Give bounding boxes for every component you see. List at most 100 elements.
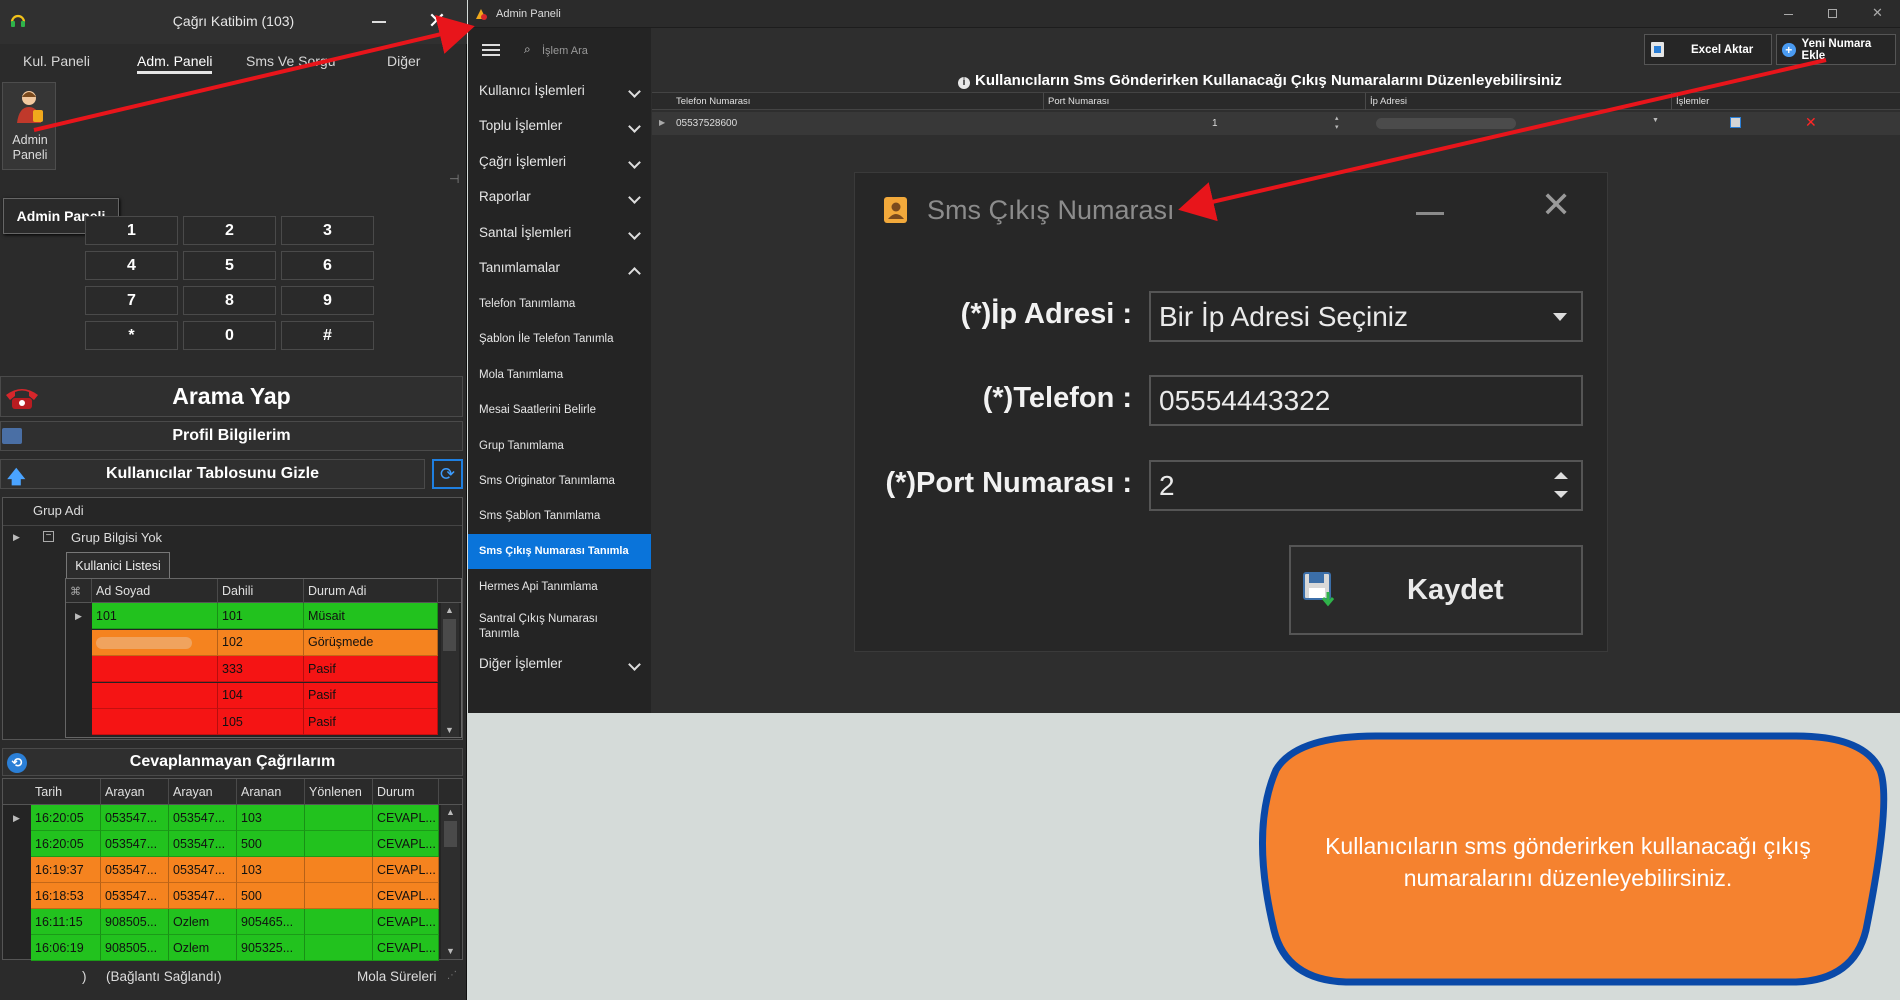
key-6[interactable]: 6 bbox=[281, 251, 374, 280]
nav-tanimlamalar[interactable]: Tanımlamalar bbox=[468, 260, 651, 284]
save-button[interactable]: Kaydet bbox=[1289, 545, 1583, 635]
excel-export-button[interactable]: Excel Aktar bbox=[1644, 34, 1772, 65]
admin-panel-launcher[interactable]: Admin Paneli bbox=[2, 82, 56, 170]
key-star[interactable]: * bbox=[85, 321, 178, 350]
missed-call-row[interactable]: 16:11:15 908505... Ozlem 905465... CEVAPL... bbox=[3, 909, 439, 935]
tab-diger[interactable]: Diğer bbox=[387, 53, 420, 69]
col-islemler[interactable]: İşlemler bbox=[1672, 93, 1900, 110]
col-port-numarasi[interactable]: Port Numarası bbox=[1044, 93, 1366, 110]
key-4[interactable]: 4 bbox=[85, 251, 178, 280]
new-number-button[interactable]: + Yeni Numara Ekle bbox=[1776, 34, 1896, 65]
key-8[interactable]: 8 bbox=[183, 286, 276, 315]
col-durum[interactable]: Durum bbox=[373, 779, 439, 805]
resize-grip-icon[interactable]: ⋰ bbox=[447, 970, 457, 981]
scroll-up-icon[interactable]: ▲ bbox=[445, 605, 454, 615]
break-times-link[interactable]: Mola Süreleri bbox=[357, 969, 437, 984]
key-0[interactable]: 0 bbox=[183, 321, 276, 350]
nav-diger-islemler[interactable]: Diğer İşlemler bbox=[468, 656, 651, 680]
key-3[interactable]: 3 bbox=[281, 216, 374, 245]
col-ip-adresi[interactable]: İp Adresi bbox=[1366, 93, 1672, 110]
nav-sms-originator[interactable]: Sms Originator Tanımlama bbox=[468, 475, 651, 487]
nav-sablon-ile-telefon[interactable]: Şablon İle Telefon Tanımla bbox=[468, 333, 651, 345]
nav-santal-islemleri[interactable]: Santal İşlemleri bbox=[468, 225, 651, 249]
col-arayan-2[interactable]: Arayan bbox=[169, 779, 237, 805]
col-aranan[interactable]: Aranan bbox=[237, 779, 305, 805]
nav-sms-cikis-numarasi-active[interactable]: Sms Çıkış Numarası Tanımla bbox=[468, 534, 651, 569]
hamburger-menu-icon[interactable] bbox=[482, 44, 500, 56]
scroll-down-icon[interactable]: ▼ bbox=[446, 946, 455, 956]
key-5[interactable]: 5 bbox=[183, 251, 276, 280]
nav-hermes-api[interactable]: Hermes Api Tanımlama bbox=[468, 581, 651, 593]
scroll-up-icon[interactable]: ▲ bbox=[446, 807, 455, 817]
key-9[interactable]: 9 bbox=[281, 286, 374, 315]
group-row-label[interactable]: Grup Bilgisi Yok bbox=[71, 530, 162, 545]
col-ad-soyad[interactable]: Ad Soyad bbox=[92, 579, 218, 603]
nav-telefon-tanimlama[interactable]: Telefon Tanımlama bbox=[468, 298, 651, 310]
tab-sms-ve-sorgu[interactable]: Sms Ve Sorgu bbox=[246, 53, 336, 69]
ip-dropdown-icon[interactable]: ▼ bbox=[1652, 117, 1659, 124]
minimize-button[interactable] bbox=[372, 21, 386, 23]
toggle-users-table-button[interactable]: 🡅 Kullanıcılar Tablosunu Gizle bbox=[0, 459, 425, 489]
col-dahili[interactable]: Dahili bbox=[218, 579, 304, 603]
nav-kullanici-islemleri[interactable]: Kullanıcı İşlemleri bbox=[468, 83, 651, 107]
users-scrollbar[interactable]: ▲ ▼ bbox=[441, 603, 459, 737]
user-row[interactable]: 104 Pasif bbox=[66, 682, 440, 709]
missed-call-row[interactable]: 16:06:19 908505... Ozlem 905325... CEVAPL... bbox=[3, 935, 439, 961]
key-1[interactable]: 1 bbox=[85, 216, 178, 245]
close-button[interactable]: ✕ bbox=[426, 8, 448, 33]
ip-address-select[interactable]: Bir İp Adresi Seçiniz bbox=[1149, 291, 1583, 342]
numbers-grid-row[interactable]: ▶ 05537528600 1 ▴ ▾ ▼ ✕ bbox=[652, 112, 1900, 135]
admin-close-button[interactable]: ✕ bbox=[1872, 5, 1883, 21]
user-row[interactable]: 102 Görüşmede bbox=[66, 629, 440, 656]
missed-call-row[interactable]: 16:19:37 053547... 053547... 103 CEVAPL... bbox=[3, 857, 439, 883]
dialog-close-button[interactable]: ✕ bbox=[1541, 187, 1571, 223]
dialog-minimize-button[interactable] bbox=[1416, 212, 1444, 215]
col-arayan[interactable]: Arayan bbox=[101, 779, 169, 805]
save-row-icon[interactable] bbox=[1730, 117, 1741, 128]
expand-row-icon[interactable]: ▶ bbox=[13, 532, 20, 543]
nav-grup-tanimlama[interactable]: Grup Tanımlama bbox=[468, 440, 651, 452]
collapse-group-icon[interactable]: − bbox=[43, 531, 54, 542]
refresh-button[interactable]: ⟳ bbox=[432, 459, 463, 489]
spin-up-icon[interactable] bbox=[1554, 472, 1568, 479]
missed-call-row[interactable]: ▶ 16:20:05 053547... 053547... 103 CEVAPL... bbox=[3, 805, 439, 831]
call-button[interactable]: Arama Yap bbox=[0, 376, 463, 417]
tab-kul-paneli[interactable]: Kul. Paneli bbox=[23, 53, 90, 69]
row-port[interactable]: 1 bbox=[1212, 118, 1218, 129]
col-durum-adi[interactable]: Durum Adi bbox=[304, 579, 438, 603]
delete-row-icon[interactable]: ✕ bbox=[1805, 114, 1817, 131]
user-list-tab[interactable]: Kullanici Listesi bbox=[66, 552, 170, 578]
profile-button[interactable]: Profil Bilgilerim bbox=[0, 421, 463, 451]
nav-raporlar[interactable]: Raporlar bbox=[468, 189, 651, 213]
key-7[interactable]: 7 bbox=[85, 286, 178, 315]
phone-input[interactable]: 05554443322 bbox=[1149, 375, 1583, 426]
col-tarih[interactable]: Tarih bbox=[31, 779, 101, 805]
tab-adm-paneli[interactable]: Adm. Paneli bbox=[137, 53, 213, 74]
column-chooser-icon[interactable]: ⌘ bbox=[66, 579, 92, 603]
nav-sms-sablon[interactable]: Sms Şablon Tanımlama bbox=[468, 510, 651, 522]
user-row[interactable]: 105 Pasif bbox=[66, 709, 440, 735]
admin-restore-button[interactable] bbox=[1828, 9, 1837, 18]
missed-scrollbar[interactable]: ▲ ▼ bbox=[441, 805, 460, 959]
port-number-stepper[interactable]: 2 bbox=[1149, 460, 1583, 511]
missed-call-row[interactable]: 16:20:05 053547... 053547... 500 CEVAPL... bbox=[3, 831, 439, 857]
col-yonlenen[interactable]: Yönlenen bbox=[305, 779, 373, 805]
nav-santral-cikis[interactable]: Santral Çıkış Numarası Tanımla bbox=[468, 612, 618, 642]
nav-mesai-saatleri[interactable]: Mesai Saatlerini Belirle bbox=[468, 404, 651, 416]
user-row[interactable]: 333 Pasif bbox=[66, 656, 440, 682]
nav-search-input[interactable]: İşlem Ara bbox=[542, 45, 588, 57]
pin-icon[interactable]: ⊣ bbox=[449, 172, 459, 186]
admin-minimize-button[interactable] bbox=[1784, 14, 1793, 15]
key-hash[interactable]: # bbox=[281, 321, 374, 350]
spin-down-icon[interactable] bbox=[1554, 491, 1568, 498]
nav-mola-tanimlama[interactable]: Mola Tanımlama bbox=[468, 369, 651, 381]
nav-toplu-islemler[interactable]: Toplu İşlemler bbox=[468, 118, 651, 142]
missed-call-row[interactable]: 16:18:53 053547... 053547... 500 CEVAPL... bbox=[3, 883, 439, 909]
port-spin-icon[interactable]: ▴ ▾ bbox=[1335, 114, 1339, 132]
nav-cagri-islemleri[interactable]: Çağrı İşlemleri bbox=[468, 154, 651, 178]
user-row[interactable]: ▶ 101 101 Müsait bbox=[66, 603, 440, 629]
col-telefon-numarasi[interactable]: Telefon Numarası bbox=[672, 93, 1044, 110]
row-phone[interactable]: 05537528600 bbox=[676, 118, 737, 129]
key-2[interactable]: 2 bbox=[183, 216, 276, 245]
scroll-down-icon[interactable]: ▼ bbox=[445, 725, 454, 735]
